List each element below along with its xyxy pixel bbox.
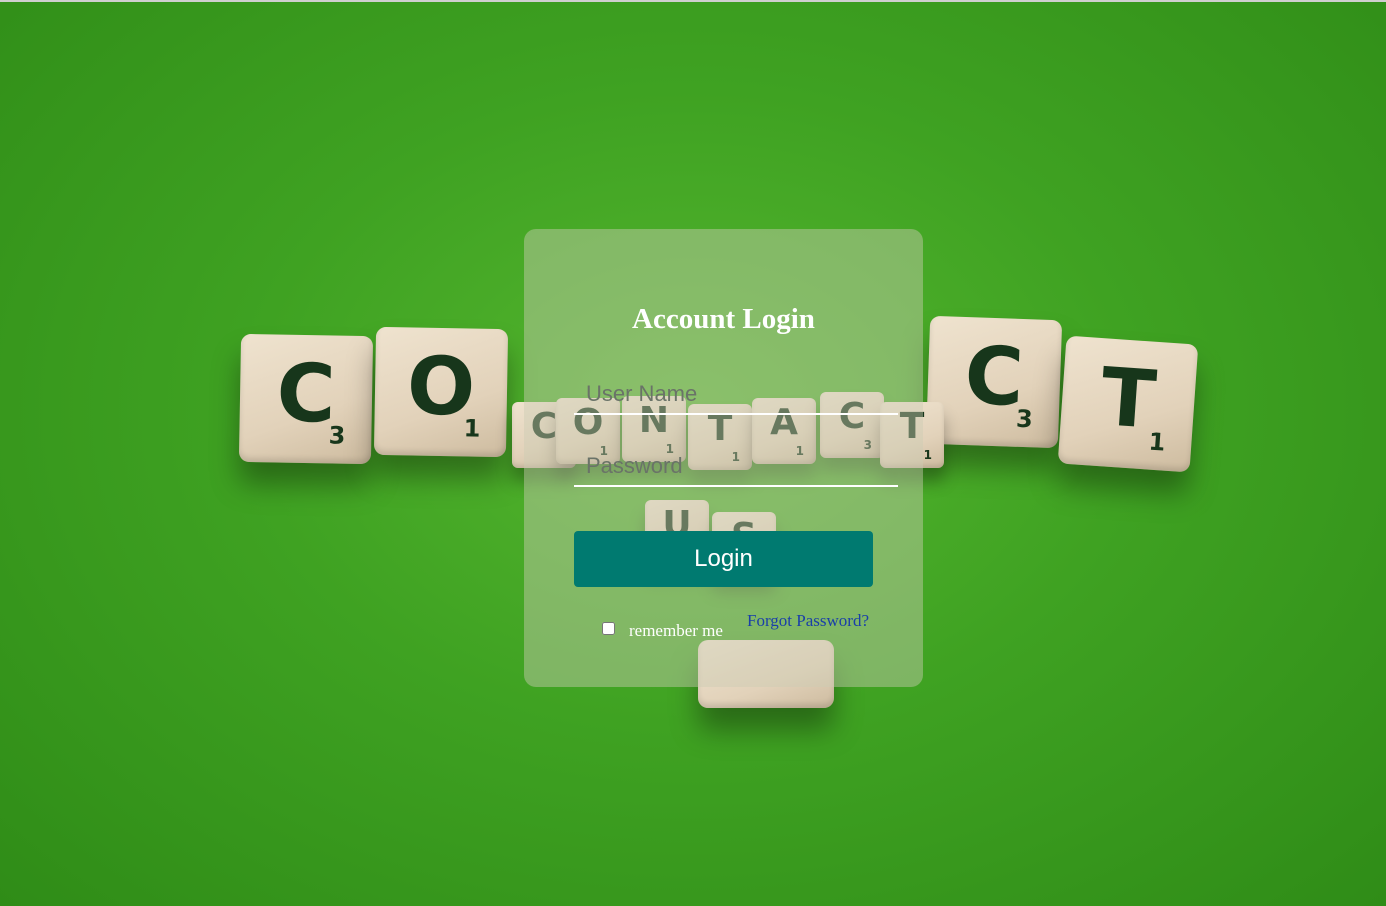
tile-letter: C bbox=[275, 346, 337, 441]
remember-me-label: remember me bbox=[629, 621, 723, 640]
tile-number: 1 bbox=[923, 448, 932, 462]
login-title: Account Login bbox=[632, 303, 815, 335]
remember-me: remember me bbox=[602, 615, 723, 641]
remember-me-checkbox[interactable] bbox=[602, 621, 615, 635]
username-input[interactable] bbox=[574, 375, 898, 415]
tile-number: 3 bbox=[1015, 404, 1034, 434]
tile-number: 3 bbox=[328, 421, 346, 450]
login-button[interactable]: Login bbox=[574, 531, 873, 587]
forgot-password-link[interactable]: Forgot Password? bbox=[747, 611, 869, 631]
scrabble-tile: C 3 bbox=[925, 315, 1063, 449]
login-card: Account Login Login remember me Forgot P… bbox=[524, 229, 923, 687]
tile-letter: O bbox=[406, 339, 476, 434]
tile-number: 1 bbox=[463, 414, 481, 443]
scrabble-tile: T 1 bbox=[1057, 335, 1199, 473]
top-border bbox=[0, 0, 1386, 2]
tile-letter: T bbox=[1097, 350, 1159, 447]
tile-number: 1 bbox=[1147, 427, 1167, 457]
tile-letter: C bbox=[963, 329, 1026, 424]
password-input[interactable] bbox=[574, 447, 898, 487]
scrabble-tile: C 3 bbox=[238, 333, 374, 465]
scrabble-tile: O 1 bbox=[373, 326, 509, 458]
